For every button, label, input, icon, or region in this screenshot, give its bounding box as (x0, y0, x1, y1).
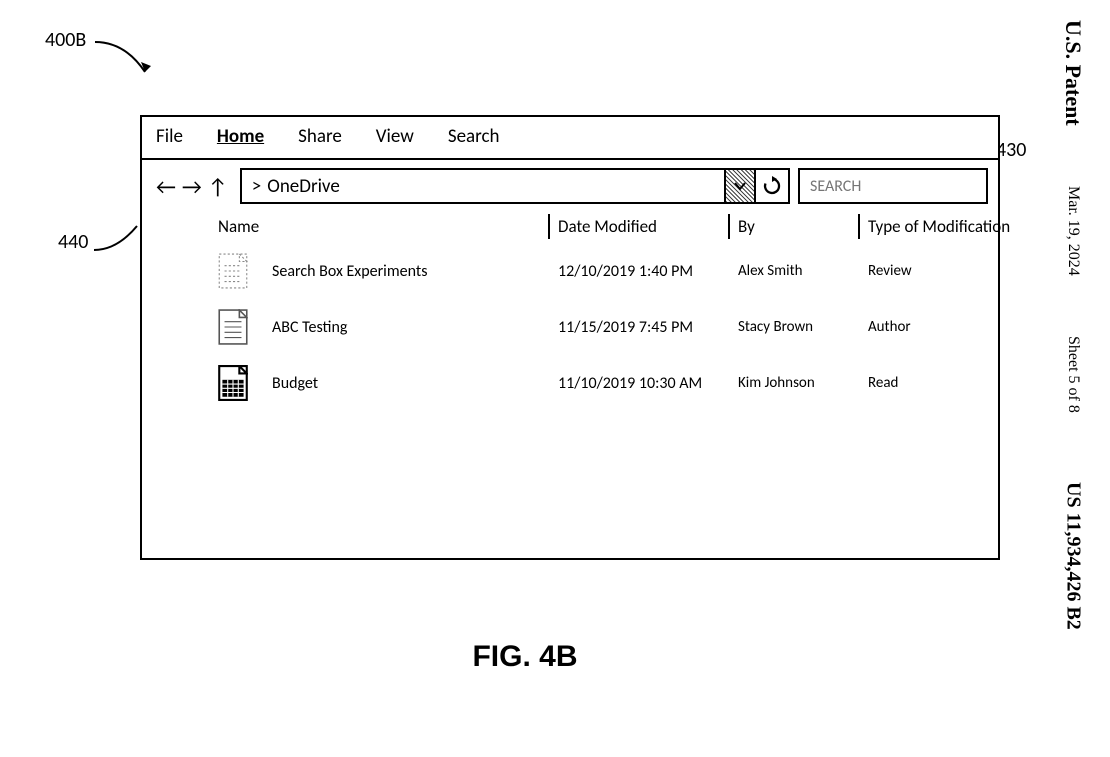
toolbar: ← → ↑ > OneDrive (142, 160, 998, 210)
table-row[interactable]: Budget11/10/2019 10:30 AMKim JohnsonRead (142, 355, 998, 411)
col-name[interactable]: Name (218, 216, 558, 237)
nav-up-button[interactable]: ↑ (208, 173, 228, 200)
file-modification-type: Review (868, 262, 1068, 280)
table-row[interactable]: Search Box Experiments12/10/2019 1:40 PM… (142, 243, 998, 299)
nav-back-button[interactable]: ← (156, 173, 176, 200)
file-name: ABC Testing (272, 318, 558, 337)
file-date-modified: 11/15/2019 7:45 PM (558, 318, 738, 337)
menu-bar: File Home Share View Search (142, 117, 998, 160)
file-modification-type: Author (868, 318, 1068, 336)
patent-number: US 11,934,426 B2 (1062, 482, 1085, 630)
file-modification-type: Read (868, 374, 1068, 392)
text-document-icon (218, 309, 272, 345)
file-modified-by: Kim Johnson (738, 374, 868, 392)
address-bar[interactable]: > OneDrive (240, 168, 790, 204)
patent-heading: U.S. Patent (1060, 20, 1086, 126)
address-history-dropdown[interactable] (724, 170, 754, 202)
spreadsheet-icon (218, 365, 272, 401)
address-bar-label: > OneDrive (242, 175, 350, 198)
callout-arrow-400b (90, 32, 160, 82)
callout-arrow-440 (92, 220, 142, 260)
file-name: Search Box Experiments (272, 262, 558, 281)
search-input[interactable] (808, 176, 978, 197)
breadcrumb-prefix: > (252, 175, 261, 198)
file-modified-by: Stacy Brown (738, 318, 868, 336)
chevron-down-icon (733, 179, 747, 193)
search-box[interactable] (798, 168, 988, 204)
menu-view[interactable]: View (376, 125, 414, 148)
file-explorer-window: File Home Share View Search ← → ↑ > OneD… (140, 115, 1000, 560)
text-document-dotted-icon (218, 253, 272, 289)
figure-title: FIG. 4B (0, 640, 1050, 674)
col-date-modified[interactable]: Date Modified (558, 216, 738, 237)
menu-file[interactable]: File (156, 125, 183, 148)
file-name: Budget (272, 374, 558, 393)
breadcrumb-location: OneDrive (267, 175, 340, 198)
refresh-button[interactable] (754, 170, 788, 202)
column-headers: Name Date Modified By Type of Modificati… (142, 210, 998, 243)
menu-home[interactable]: Home (217, 125, 264, 148)
refresh-icon (762, 176, 782, 196)
col-by[interactable]: By (738, 216, 868, 237)
callout-figure-id: 400B (45, 28, 86, 52)
nav-arrows: ← → ↑ (152, 168, 232, 204)
file-list: Search Box Experiments12/10/2019 1:40 PM… (142, 243, 998, 411)
callout-430: 430 (996, 138, 1026, 162)
table-row[interactable]: ABC Testing11/15/2019 7:45 PMStacy Brown… (142, 299, 998, 355)
file-date-modified: 12/10/2019 1:40 PM (558, 262, 738, 281)
menu-share[interactable]: Share (298, 125, 342, 148)
file-date-modified: 11/10/2019 10:30 AM (558, 374, 738, 393)
file-modified-by: Alex Smith (738, 262, 868, 280)
col-type-of-modification[interactable]: Type of Modification (868, 216, 1068, 237)
menu-search[interactable]: Search (448, 125, 500, 148)
nav-forward-button[interactable]: → (182, 173, 202, 200)
callout-440: 440 (58, 230, 88, 254)
